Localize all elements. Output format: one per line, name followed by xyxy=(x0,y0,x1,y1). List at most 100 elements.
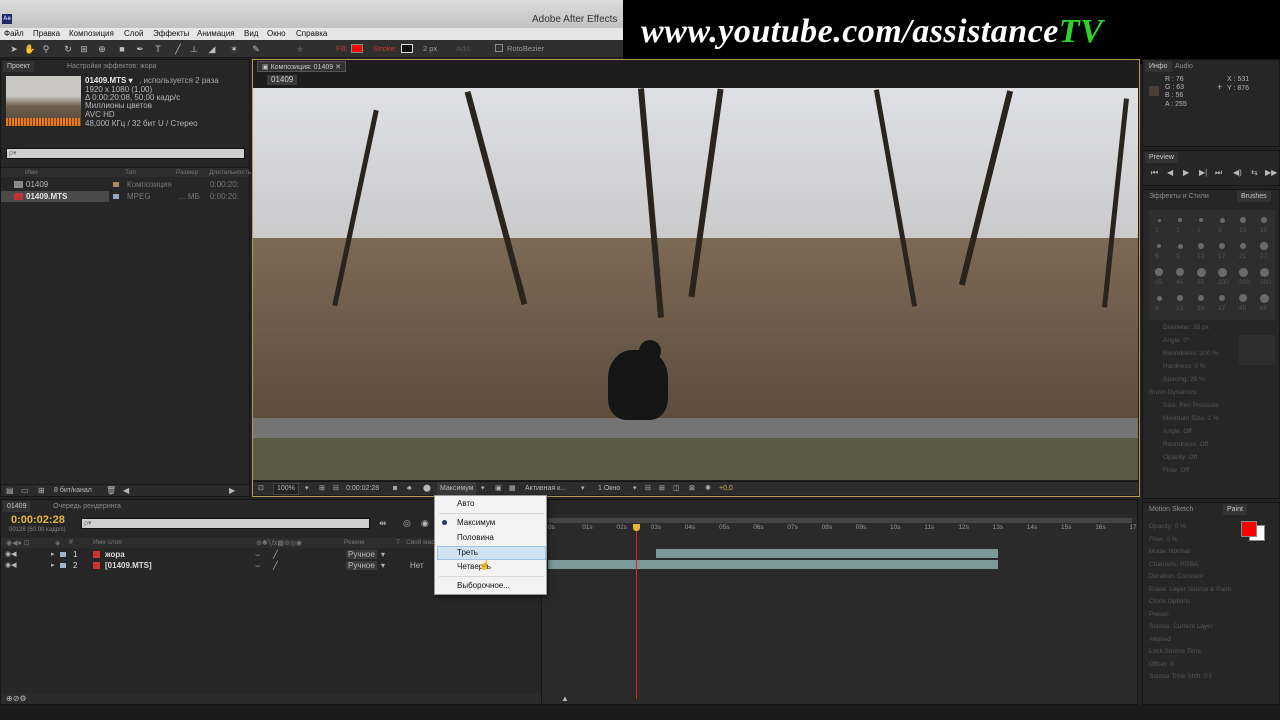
channel-icon[interactable]: ⬤ xyxy=(423,482,431,495)
quality-switch-icon[interactable]: ╱ xyxy=(273,550,278,559)
brush-property[interactable]: Roundness: Off xyxy=(1163,441,1208,448)
paint-property[interactable]: Lock Source Time xyxy=(1149,648,1201,655)
list-item[interactable]: 01409 Композиция 0:00:20: xyxy=(1,179,249,190)
layer-1-duration-bar[interactable] xyxy=(656,549,998,558)
previous-frame-icon[interactable]: ◀ xyxy=(1167,168,1173,177)
track-matte-dropdown[interactable]: Нет xyxy=(410,561,424,570)
active-camera-dropdown[interactable]: Активная к... xyxy=(525,482,566,495)
fit-icon[interactable]: ⊞ xyxy=(319,482,325,495)
roto-brush-tool-icon[interactable]: ✶ xyxy=(228,43,240,55)
timeline-timecode[interactable]: 0:00:02:28 xyxy=(11,514,65,526)
col-name[interactable]: Имя xyxy=(25,169,38,176)
brush-property[interactable]: Spacing: 25 % xyxy=(1163,376,1205,383)
brush-tip[interactable]: 19 xyxy=(1191,288,1211,313)
menu-item-third[interactable]: Треть xyxy=(457,546,478,560)
camera-tool-icon[interactable]: ⊞ xyxy=(78,43,90,55)
work-area-bar[interactable] xyxy=(548,518,1132,523)
brush-property[interactable]: Diameter: 35 px xyxy=(1163,324,1209,331)
next-frame-icon[interactable]: ▶| xyxy=(1199,168,1207,177)
project-search-input[interactable] xyxy=(6,148,245,159)
bit-depth-label[interactable]: 8 бит/канал xyxy=(54,487,92,494)
brush-property[interactable]: Angle: 0° xyxy=(1163,337,1189,344)
paint-property[interactable]: Opacity: 0 % xyxy=(1149,523,1186,530)
view-layout-dropdown[interactable]: 1 Окно xyxy=(598,482,620,495)
brush-tips-grid[interactable]: 1 3 5 9 13 19 5 9 13 17 21 27 35 45 65 100 200 300 9 13 19 17… xyxy=(1149,210,1275,320)
brush-property[interactable]: Hardness: 0 % xyxy=(1163,363,1206,370)
brush-tip[interactable]: 19 xyxy=(1254,210,1274,235)
composition-mini-flowchart-icon[interactable]: ⇹ xyxy=(379,518,387,529)
menu-layer[interactable]: Слой xyxy=(124,28,143,40)
brush-tip[interactable]: 5 xyxy=(1191,210,1211,235)
brush-tip[interactable]: 65 xyxy=(1254,288,1274,313)
trash-icon[interactable]: 🗑 xyxy=(106,486,116,495)
playhead[interactable] xyxy=(635,524,637,699)
chevron-down-icon[interactable]: ▾ xyxy=(381,550,385,559)
always-preview-icon[interactable]: ⊡ xyxy=(258,482,264,495)
expand-switches-icon[interactable]: ⊕⊘⚙ xyxy=(6,694,27,703)
brush-tip[interactable]: 1 xyxy=(1149,210,1169,235)
fill-color-swatch[interactable] xyxy=(351,44,363,53)
exposure-value[interactable]: +0,0 xyxy=(719,482,733,495)
current-time[interactable]: 0:00:02:28 xyxy=(346,482,379,495)
paint-property[interactable]: Aligned xyxy=(1149,636,1171,643)
last-frame-icon[interactable]: ⏭ xyxy=(1215,168,1222,178)
expand-triangle-icon[interactable]: ▸ xyxy=(51,550,55,558)
foreground-color-swatch[interactable] xyxy=(1241,521,1257,537)
col-type[interactable]: Тип xyxy=(125,169,136,176)
brush-tip[interactable]: 65 xyxy=(1191,262,1211,287)
paint-property[interactable]: Erase: Layer Source & Paint xyxy=(1149,586,1231,593)
tab-paint[interactable]: Paint xyxy=(1223,504,1247,515)
tab-timeline[interactable]: 01409 xyxy=(3,501,31,512)
rotate-tool-icon[interactable]: ↻ xyxy=(62,43,74,55)
layer-name[interactable]: [01409.MTS] xyxy=(105,561,152,570)
transparency-grid-icon[interactable]: ▦ xyxy=(509,482,516,495)
brush-tip[interactable]: 17 xyxy=(1212,236,1232,261)
tab-audio[interactable]: Audio xyxy=(1171,61,1197,72)
brush-tip[interactable]: 45 xyxy=(1233,288,1253,313)
visibility-icon[interactable]: ◉◀ xyxy=(5,550,17,558)
resolution-dropdown[interactable]: Максимум xyxy=(437,482,477,495)
zoom-tool-icon[interactable]: ⚲ xyxy=(40,43,52,55)
shy-switch-icon[interactable]: ⌣ xyxy=(255,561,260,571)
tab-composition[interactable]: ▣ Композиция: 01409 ✕ xyxy=(257,61,346,72)
col-duration[interactable]: Длительность xyxy=(209,169,251,176)
paint-property[interactable]: Preset: xyxy=(1149,611,1170,618)
menu-help[interactable]: Справка xyxy=(296,28,327,40)
brush-tip[interactable]: 21 xyxy=(1233,236,1253,261)
brush-tip[interactable]: 35 xyxy=(1149,262,1169,287)
menu-effects[interactable]: Эффекты xyxy=(153,28,189,40)
live-update-icon[interactable]: ◎ xyxy=(403,518,411,529)
fast-preview-icon[interactable]: ⊞ xyxy=(659,482,665,495)
chevron-down-icon[interactable]: ▾ xyxy=(581,482,585,495)
brush-tool-icon[interactable]: ╱ xyxy=(172,43,184,55)
mode-dropdown[interactable]: Ручное xyxy=(346,550,377,559)
expand-triangle-icon[interactable]: ▸ xyxy=(51,561,55,569)
chevron-down-icon[interactable]: ▾ xyxy=(381,561,385,570)
new-folder-icon[interactable]: ▭ xyxy=(21,486,29,495)
brush-property[interactable]: Opacity: Off xyxy=(1163,454,1197,461)
mode-dropdown[interactable]: Ручное xyxy=(346,561,377,570)
menu-item-full[interactable]: Максимум xyxy=(457,516,495,530)
chevron-down-icon[interactable]: ▾ xyxy=(633,482,637,495)
brush-tip[interactable]: 27 xyxy=(1254,236,1274,261)
brush-tip[interactable]: 13 xyxy=(1170,288,1190,313)
clone-stamp-tool-icon[interactable]: ⊥ xyxy=(188,43,200,55)
paint-property[interactable]: Clone Options xyxy=(1149,598,1190,605)
brush-property[interactable]: Size: Pen Pressure xyxy=(1163,402,1219,409)
rotobezier-checkbox[interactable] xyxy=(495,44,503,52)
loop-icon[interactable]: ⇆ xyxy=(1251,168,1258,177)
menu-item-half[interactable]: Половина xyxy=(457,531,494,545)
brush-tip[interactable]: 9 xyxy=(1170,236,1190,261)
menu-composition[interactable]: Композиция xyxy=(69,28,114,40)
eraser-tool-icon[interactable]: ◢ xyxy=(206,43,218,55)
tab-effects-presets[interactable]: Эффекты и Стили xyxy=(1145,191,1213,202)
paint-property[interactable]: Channels: RGBA xyxy=(1149,561,1199,568)
col-layer-name[interactable]: Имя слоя xyxy=(93,539,122,546)
brush-property[interactable]: Flow: Off xyxy=(1163,467,1189,474)
exposure-reset-icon[interactable]: ✺ xyxy=(705,482,711,495)
play-icon[interactable]: ▶ xyxy=(1183,168,1189,177)
brush-property[interactable]: Minimum Size: 1 % xyxy=(1163,415,1219,422)
pen-tool-icon[interactable]: ✒ xyxy=(134,43,146,55)
paint-property[interactable]: Flow: 0 % xyxy=(1149,536,1178,543)
zoom-slider-icon[interactable]: ▲ xyxy=(561,694,569,703)
